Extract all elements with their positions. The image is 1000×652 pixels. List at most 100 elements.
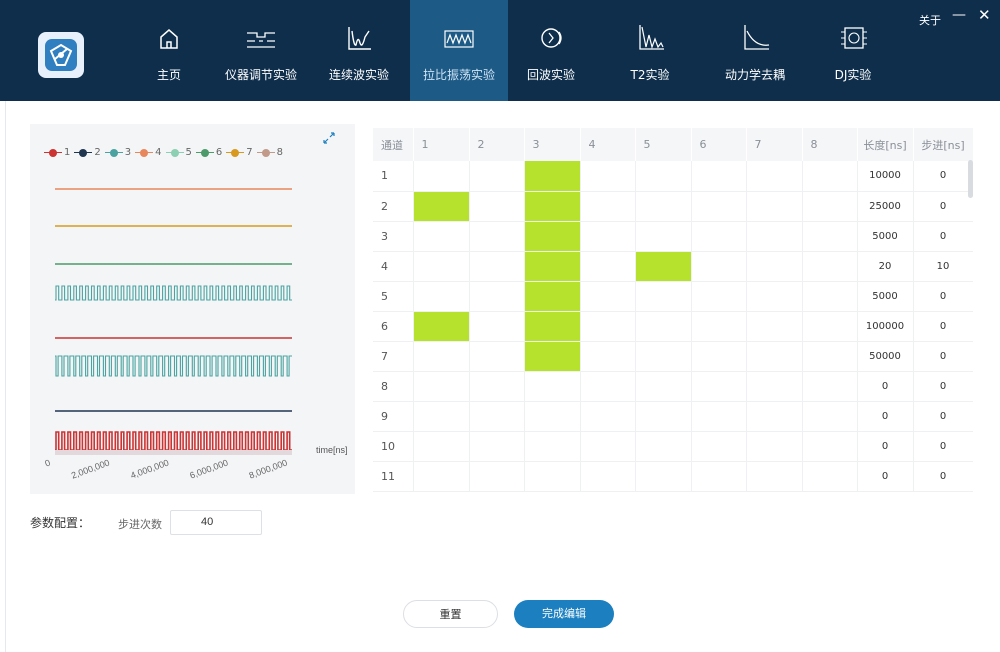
channel-toggle-cell[interactable] <box>413 221 470 252</box>
length-cell[interactable]: 20 <box>857 251 914 282</box>
channel-toggle-cell[interactable] <box>580 191 636 222</box>
channel-toggle-cell[interactable] <box>413 431 470 462</box>
length-cell[interactable]: 25000 <box>857 191 914 222</box>
channel-toggle-cell[interactable] <box>691 161 747 192</box>
channel-toggle-cell[interactable] <box>469 431 525 462</box>
channel-toggle-cell[interactable] <box>746 461 803 492</box>
channel-toggle-cell[interactable] <box>413 251 470 282</box>
channel-toggle-cell[interactable] <box>691 341 747 372</box>
close-button[interactable]: ✕ <box>978 6 991 24</box>
channel-toggle-cell[interactable] <box>635 431 692 462</box>
channel-toggle-cell[interactable] <box>691 461 747 492</box>
channel-toggle-cell[interactable] <box>469 371 525 402</box>
channel-toggle-cell[interactable] <box>413 371 470 402</box>
channel-toggle-cell[interactable] <box>524 221 581 252</box>
channel-toggle-cell[interactable] <box>413 401 470 432</box>
channel-toggle-cell[interactable] <box>635 281 692 312</box>
channel-toggle-cell[interactable] <box>469 311 525 342</box>
legend-item[interactable]: 7 <box>226 147 253 158</box>
channel-toggle-cell[interactable] <box>746 251 803 282</box>
channel-toggle-cell[interactable] <box>802 251 858 282</box>
channel-toggle-cell[interactable] <box>746 221 803 252</box>
channel-toggle-cell[interactable] <box>635 191 692 222</box>
channel-toggle-cell[interactable] <box>469 401 525 432</box>
channel-toggle-cell[interactable] <box>635 221 692 252</box>
legend-item[interactable]: 3 <box>104 147 131 158</box>
about-link[interactable]: 关于 <box>919 12 941 28</box>
legend-item[interactable]: 8 <box>256 147 283 158</box>
length-cell[interactable]: 5000 <box>857 221 914 252</box>
channel-toggle-cell[interactable] <box>802 311 858 342</box>
length-cell[interactable]: 50000 <box>857 341 914 372</box>
step-cell[interactable]: 0 <box>913 161 973 192</box>
channel-toggle-cell[interactable] <box>691 431 747 462</box>
channel-toggle-cell[interactable] <box>469 461 525 492</box>
channel-toggle-cell[interactable] <box>746 341 803 372</box>
step-cell[interactable]: 0 <box>913 191 973 222</box>
channel-toggle-cell[interactable] <box>524 371 581 402</box>
length-cell[interactable]: 0 <box>857 371 914 402</box>
length-cell[interactable]: 0 <box>857 401 914 432</box>
channel-toggle-cell[interactable] <box>469 251 525 282</box>
channel-toggle-cell[interactable] <box>469 221 525 252</box>
channel-toggle-cell[interactable] <box>469 191 525 222</box>
channel-toggle-cell[interactable] <box>691 281 747 312</box>
channel-toggle-cell[interactable] <box>802 281 858 312</box>
minimize-button[interactable]: — <box>952 7 966 23</box>
channel-toggle-cell[interactable] <box>469 161 525 192</box>
channel-toggle-cell[interactable] <box>691 251 747 282</box>
channel-toggle-cell[interactable] <box>524 191 581 222</box>
channel-toggle-cell[interactable] <box>524 341 581 372</box>
channel-toggle-cell[interactable] <box>580 401 636 432</box>
length-cell[interactable]: 0 <box>857 461 914 492</box>
channel-toggle-cell[interactable] <box>746 161 803 192</box>
channel-toggle-cell[interactable] <box>746 371 803 402</box>
nav-item-rabi-oscillation[interactable]: 拉比振荡实验 <box>410 0 508 101</box>
expand-icon[interactable] <box>322 131 336 145</box>
legend-item[interactable]: 5 <box>165 147 192 158</box>
channel-toggle-cell[interactable] <box>635 161 692 192</box>
channel-toggle-cell[interactable] <box>802 191 858 222</box>
legend-item[interactable]: 4 <box>135 147 162 158</box>
legend-item[interactable]: 1 <box>44 147 70 158</box>
channel-toggle-cell[interactable] <box>469 341 525 372</box>
channel-toggle-cell[interactable] <box>524 431 581 462</box>
nav-item-echo[interactable]: 回波实验 <box>520 0 582 101</box>
nav-item-t2[interactable]: T2实验 <box>620 0 680 101</box>
channel-toggle-cell[interactable] <box>635 461 692 492</box>
channel-toggle-cell[interactable] <box>635 251 692 282</box>
length-cell[interactable]: 100000 <box>857 311 914 342</box>
channel-toggle-cell[interactable] <box>635 371 692 402</box>
channel-toggle-cell[interactable] <box>802 431 858 462</box>
step-cell[interactable]: 0 <box>913 341 973 372</box>
nav-item-continuous-wave[interactable]: 连续波实验 <box>320 0 398 101</box>
channel-toggle-cell[interactable] <box>802 341 858 372</box>
channel-toggle-cell[interactable] <box>746 401 803 432</box>
step-cell[interactable]: 0 <box>913 221 973 252</box>
channel-toggle-cell[interactable] <box>413 461 470 492</box>
channel-toggle-cell[interactable] <box>524 251 581 282</box>
channel-toggle-cell[interactable] <box>691 401 747 432</box>
step-cell[interactable]: 0 <box>913 401 973 432</box>
table-scrollbar[interactable] <box>968 160 973 198</box>
channel-toggle-cell[interactable] <box>746 191 803 222</box>
step-count-input[interactable]: 40 <box>170 510 262 535</box>
channel-toggle-cell[interactable] <box>580 431 636 462</box>
step-cell[interactable]: 0 <box>913 311 973 342</box>
channel-toggle-cell[interactable] <box>580 161 636 192</box>
step-cell[interactable]: 0 <box>913 431 973 462</box>
channel-toggle-cell[interactable] <box>524 311 581 342</box>
channel-toggle-cell[interactable] <box>746 281 803 312</box>
channel-toggle-cell[interactable] <box>746 431 803 462</box>
channel-toggle-cell[interactable] <box>691 191 747 222</box>
reset-button[interactable]: 重置 <box>403 600 498 628</box>
step-cell[interactable]: 0 <box>913 281 973 312</box>
length-cell[interactable]: 10000 <box>857 161 914 192</box>
channel-toggle-cell[interactable] <box>635 401 692 432</box>
channel-toggle-cell[interactable] <box>413 281 470 312</box>
legend-item[interactable]: 6 <box>195 147 222 158</box>
channel-toggle-cell[interactable] <box>413 161 470 192</box>
channel-toggle-cell[interactable] <box>802 371 858 402</box>
legend-item[interactable]: 2 <box>74 147 101 158</box>
step-cell[interactable]: 0 <box>913 371 973 402</box>
